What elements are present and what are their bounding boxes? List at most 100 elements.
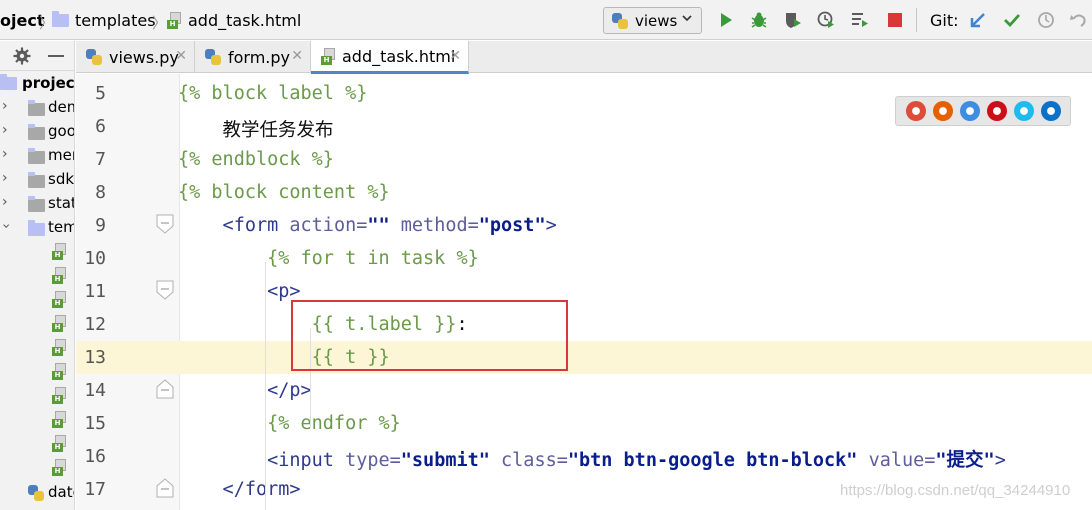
run-icon bbox=[721, 13, 732, 27]
code-line[interactable]: 12 {{ t.label }}: bbox=[76, 308, 1092, 341]
safari-icon[interactable] bbox=[959, 101, 980, 121]
coverage-button[interactable] bbox=[783, 10, 803, 30]
html-file-icon[interactable]: H bbox=[52, 291, 67, 308]
code-line[interactable]: 8 {% block content %} bbox=[76, 176, 1092, 209]
indent-guide bbox=[265, 262, 266, 510]
close-icon[interactable]: ✕ bbox=[449, 48, 461, 64]
line-number: 16 bbox=[84, 446, 106, 467]
html-file-icon[interactable]: H bbox=[52, 267, 67, 284]
tree-item-folder[interactable]: › mer bbox=[0, 144, 74, 168]
code-line[interactable]: 11 <p> bbox=[76, 275, 1092, 308]
close-icon[interactable]: ✕ bbox=[175, 48, 187, 64]
html-file-icon[interactable]: H bbox=[52, 387, 67, 404]
html-file-icon: H bbox=[167, 11, 182, 29]
code-line[interactable]: 16 <input type="submit" class="btn btn-g… bbox=[76, 440, 1092, 473]
tab-form-py[interactable]: form.py ✕ bbox=[195, 41, 311, 73]
breadcrumb-project[interactable]: oject bbox=[0, 0, 44, 40]
breadcrumb-templates-label: templates bbox=[75, 10, 156, 30]
html-file-icon[interactable]: H bbox=[52, 435, 67, 452]
html-file-icon[interactable]: H bbox=[52, 363, 67, 380]
line-number: 9 bbox=[95, 215, 106, 236]
stop-button[interactable] bbox=[885, 10, 905, 30]
editor-tab-bar: views.py ✕ form.py ✕ H add_task.html ✕ bbox=[76, 41, 1092, 74]
undo-icon bbox=[1070, 14, 1086, 27]
tab-add-task-html[interactable]: H add_task.html ✕ bbox=[311, 41, 469, 74]
code-token: {% block content %} bbox=[178, 182, 390, 203]
code-line[interactable]: 13 {{ t }} bbox=[76, 341, 1092, 374]
clock-run-icon bbox=[817, 11, 834, 28]
tree-item-folder-templates[interactable]: › tem bbox=[0, 216, 74, 240]
tree-item-file-date[interactable]: date bbox=[0, 481, 74, 505]
concurrency-button[interactable] bbox=[850, 10, 870, 30]
chevron-right-icon: › bbox=[2, 194, 8, 210]
code-token: "post" bbox=[478, 215, 546, 236]
tab-views-py[interactable]: views.py ✕ bbox=[76, 41, 195, 73]
tree-item-label: goo bbox=[48, 122, 75, 140]
breadcrumb-templates[interactable]: templates bbox=[52, 0, 156, 40]
fold-end-icon[interactable] bbox=[156, 379, 174, 399]
firefox-icon[interactable] bbox=[932, 101, 953, 121]
python-icon bbox=[612, 12, 628, 29]
run-configuration-dropdown[interactable]: views bbox=[603, 7, 702, 34]
tree-item-folder[interactable]: › goo bbox=[0, 120, 75, 144]
code-token: {% endfor %} bbox=[178, 413, 401, 434]
html-file-icon[interactable]: H bbox=[52, 315, 67, 332]
line-number: 5 bbox=[95, 83, 106, 104]
code-line[interactable]: 10 {% for t in task %} bbox=[76, 242, 1092, 275]
html-file-icon[interactable]: H bbox=[52, 459, 67, 476]
line-number: 17 bbox=[84, 479, 106, 500]
folder-icon bbox=[28, 148, 45, 164]
opera-icon[interactable] bbox=[986, 101, 1007, 121]
gear-icon[interactable] bbox=[13, 47, 31, 69]
code-line[interactable]: 7 {% endblock %} bbox=[76, 143, 1092, 176]
edge-icon[interactable] bbox=[1040, 101, 1061, 121]
tree-item-folder[interactable]: › dem bbox=[0, 96, 74, 120]
breadcrumb-file[interactable]: H add_task.html bbox=[167, 0, 301, 40]
line-number: 6 bbox=[95, 116, 106, 137]
git-rollback-button[interactable] bbox=[1068, 10, 1088, 30]
code-token: type= bbox=[345, 450, 401, 471]
html-file-icon[interactable]: H bbox=[52, 339, 67, 356]
ie-icon[interactable] bbox=[1013, 101, 1034, 121]
code-line[interactable]: 15 {% endfor %} bbox=[76, 407, 1092, 440]
folder-icon bbox=[52, 10, 69, 27]
git-commit-button[interactable] bbox=[1002, 10, 1022, 30]
git-update-button[interactable] bbox=[968, 10, 988, 30]
chevron-right-icon: › bbox=[2, 98, 8, 114]
code-token: action= bbox=[289, 215, 368, 236]
line-number: 14 bbox=[84, 380, 106, 401]
profile-button[interactable] bbox=[816, 10, 836, 30]
code-text: </form> bbox=[178, 479, 301, 500]
fold-end-icon[interactable] bbox=[156, 478, 174, 498]
code-editor[interactable]: 5 {% block label %} 6 教学任务发布 7 {% endblock %… bbox=[76, 74, 1092, 510]
code-text: {% block content %} bbox=[178, 182, 390, 203]
debug-button[interactable] bbox=[749, 10, 769, 30]
folder-icon bbox=[28, 100, 45, 116]
line-number: 10 bbox=[84, 248, 106, 269]
folder-icon bbox=[28, 220, 45, 236]
close-icon[interactable]: ✕ bbox=[291, 48, 303, 64]
html-file-icon[interactable]: H bbox=[52, 411, 67, 428]
code-line[interactable]: 14 </p> bbox=[76, 374, 1092, 407]
folder-icon bbox=[28, 196, 45, 212]
code-line[interactable]: 9 <form action="" method="post"> bbox=[76, 209, 1092, 242]
chevron-right-icon: › bbox=[2, 170, 8, 186]
line-number: 15 bbox=[84, 413, 106, 434]
code-token: {% block label %} bbox=[178, 83, 368, 104]
tree-item-folder[interactable]: › stat bbox=[0, 192, 74, 216]
code-text: </p> bbox=[178, 380, 312, 401]
clock-icon bbox=[1038, 12, 1054, 28]
tree-item-folder[interactable]: › sdk bbox=[0, 168, 74, 192]
run-button[interactable] bbox=[716, 10, 736, 30]
minimize-icon[interactable] bbox=[48, 55, 64, 57]
chrome-icon[interactable] bbox=[905, 101, 926, 121]
tab-label: views.py bbox=[109, 47, 179, 67]
code-token: "btn btn-google btn-block" bbox=[567, 450, 858, 471]
git-history-button[interactable] bbox=[1036, 10, 1056, 30]
html-file-icon[interactable]: H bbox=[52, 243, 67, 260]
breadcrumb-project-label: oject bbox=[0, 10, 45, 30]
chevron-right-icon: › bbox=[2, 146, 8, 162]
fold-collapse-icon[interactable] bbox=[156, 280, 174, 300]
fold-collapse-icon[interactable] bbox=[156, 214, 174, 234]
tree-item-project-root[interactable]: project bbox=[0, 72, 74, 96]
